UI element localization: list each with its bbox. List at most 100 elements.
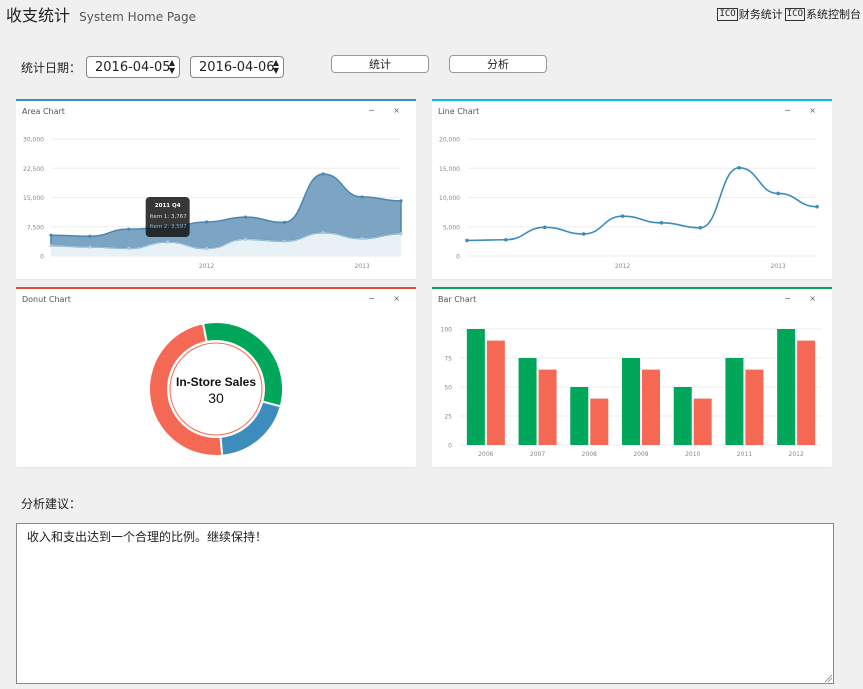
ico-icon: ICO — [717, 7, 738, 21]
area-point-item-1 — [321, 172, 325, 176]
area-point-item-1 — [127, 227, 131, 231]
area-point-item-2 — [282, 239, 286, 243]
y-tick-label: 20,000 — [439, 137, 460, 144]
header-links: ICO 财务统计 ICO 系统控制台 — [717, 6, 861, 22]
x-tick-label: 2007 — [530, 451, 545, 458]
donut-chart: In-Store Sales30 — [148, 321, 284, 457]
line-point — [504, 237, 508, 242]
y-tick-label: 0 — [40, 254, 44, 261]
x-tick-label: 2011 — [737, 451, 752, 458]
start-date-select[interactable]: 2016-04-05 ▲ ▼ — [86, 56, 180, 78]
area-point-item-1 — [49, 233, 53, 237]
finance-stats-link[interactable]: 财务统计 — [739, 6, 783, 22]
page-title: 收支统计 System Home Page — [6, 2, 196, 26]
line-point — [542, 225, 547, 230]
tooltip-item-2: Item 2: 3,597 — [150, 224, 188, 230]
bar-series-1 — [777, 329, 796, 445]
area-point-item-2 — [88, 245, 92, 249]
donut-highlight-ring — [169, 342, 263, 436]
area-point-item-1 — [88, 234, 92, 238]
area-chart: 0 7,500 15,000 22,500 30,000 2012 2013 2011 Q4 I… — [23, 137, 403, 270]
bar-chart-panel: Bar Chart − × 0 25 50 75 100 2006 2007 2008 2009… — [432, 287, 832, 467]
area-point-item-2 — [243, 237, 248, 241]
y-tick-label: 10,000 — [439, 195, 460, 202]
stepper-icon: ▲ ▼ — [272, 58, 279, 75]
resize-grip-icon[interactable] — [824, 674, 832, 682]
y-tick-label: 5,000 — [443, 224, 460, 231]
area-point-item-1 — [360, 195, 364, 199]
area-point-item-2 — [49, 244, 53, 248]
area-point-item-2 — [321, 231, 325, 235]
line-point — [581, 232, 586, 236]
line-point — [698, 226, 703, 230]
page-title-text: 收支统计 — [6, 6, 71, 25]
bar-series-1 — [466, 329, 485, 445]
bar-series-1 — [622, 358, 640, 445]
bar-series-2 — [538, 369, 557, 445]
area-point-item-2 — [204, 246, 209, 251]
bar-series-2 — [642, 369, 660, 445]
line-point — [815, 204, 819, 209]
y-tick-label: 22,500 — [23, 166, 44, 173]
area-point-item-2 — [166, 240, 170, 244]
bar-series-2 — [745, 369, 764, 445]
stat-button[interactable]: 统计 — [331, 55, 429, 73]
bar-series-2 — [486, 340, 505, 445]
area-point-item-2 — [360, 237, 364, 241]
area-point-item-1 — [243, 215, 248, 219]
bar-series-1 — [673, 387, 692, 445]
x-tick-label: 2012 — [615, 263, 630, 270]
analysis-label: 分析建议： — [21, 497, 82, 511]
bar-series-1 — [518, 358, 537, 445]
bar-chart: 0 25 50 75 100 2006 2007 2008 2009 2010 2011 2012 — [441, 327, 822, 458]
line-point — [737, 166, 742, 170]
bar-series-1 — [570, 387, 589, 445]
x-tick-label: 2006 — [478, 451, 493, 458]
tooltip-title: 2011 Q4 — [155, 203, 181, 209]
area-point-item-1 — [399, 199, 403, 203]
x-tick-label: 2013 — [770, 263, 785, 270]
advice-textarea[interactable]: 收入和支出达到一个合理的比例。继续保持！ — [16, 523, 834, 684]
analyze-button[interactable]: 分析 — [449, 55, 547, 73]
y-tick-label: 100 — [441, 327, 453, 334]
donut-chart-panel: Donut Chart − × In-Store Sales 30 — [16, 287, 416, 467]
y-tick-label: 75 — [444, 356, 452, 363]
line-point — [659, 221, 664, 225]
x-tick-label: 2012 — [199, 263, 214, 270]
date-label: 统计日期： — [21, 61, 82, 75]
line-chart-panel: Line Chart − × 0 5,000 10,000 15,000 20,000 2… — [432, 99, 832, 279]
ico-icon: ICO — [784, 7, 805, 21]
y-tick-label: 30,000 — [23, 137, 44, 144]
bar-series-2 — [693, 398, 712, 445]
x-tick-label: 2013 — [354, 263, 369, 270]
y-tick-label: 50 — [444, 385, 452, 392]
advice-text: 收入和支出达到一个合理的比例。继续保持！ — [27, 530, 268, 544]
area-chart-panel: Area Chart − × 0 7,500 15,000 22,500 30,000 2… — [16, 99, 416, 279]
x-tick-label: 2010 — [685, 451, 700, 458]
area-point-item-1 — [204, 220, 209, 224]
end-date-value: 2016-04-06 — [199, 59, 275, 75]
line-point — [465, 238, 469, 243]
y-tick-label: 15,000 — [439, 166, 460, 173]
x-tick-label: 2008 — [582, 451, 597, 458]
page-subtitle: System Home Page — [79, 10, 196, 24]
x-tick-label: 2009 — [633, 451, 648, 458]
y-tick-label: 0 — [456, 254, 460, 261]
y-tick-label: 25 — [444, 414, 452, 421]
donut-center-value: 30 — [208, 390, 224, 406]
line-series — [466, 167, 818, 242]
end-date-select[interactable]: 2016-04-06 ▲ ▼ — [190, 56, 284, 78]
bar-series-2 — [797, 340, 816, 445]
donut-center-label: In-Store Sales — [176, 375, 256, 389]
y-tick-label: 0 — [448, 443, 452, 450]
area-point-item-1 — [282, 220, 286, 225]
line-point — [620, 214, 625, 218]
y-tick-label: 7,500 — [27, 224, 44, 231]
area-point-item-2 — [399, 232, 403, 236]
system-console-link[interactable]: 系统控制台 — [806, 6, 861, 22]
line-point — [776, 191, 780, 196]
bar-series-2 — [590, 398, 609, 445]
stepper-icon: ▲ ▼ — [168, 58, 175, 75]
x-tick-label: 2012 — [789, 451, 804, 458]
y-tick-label: 15,000 — [23, 195, 44, 202]
